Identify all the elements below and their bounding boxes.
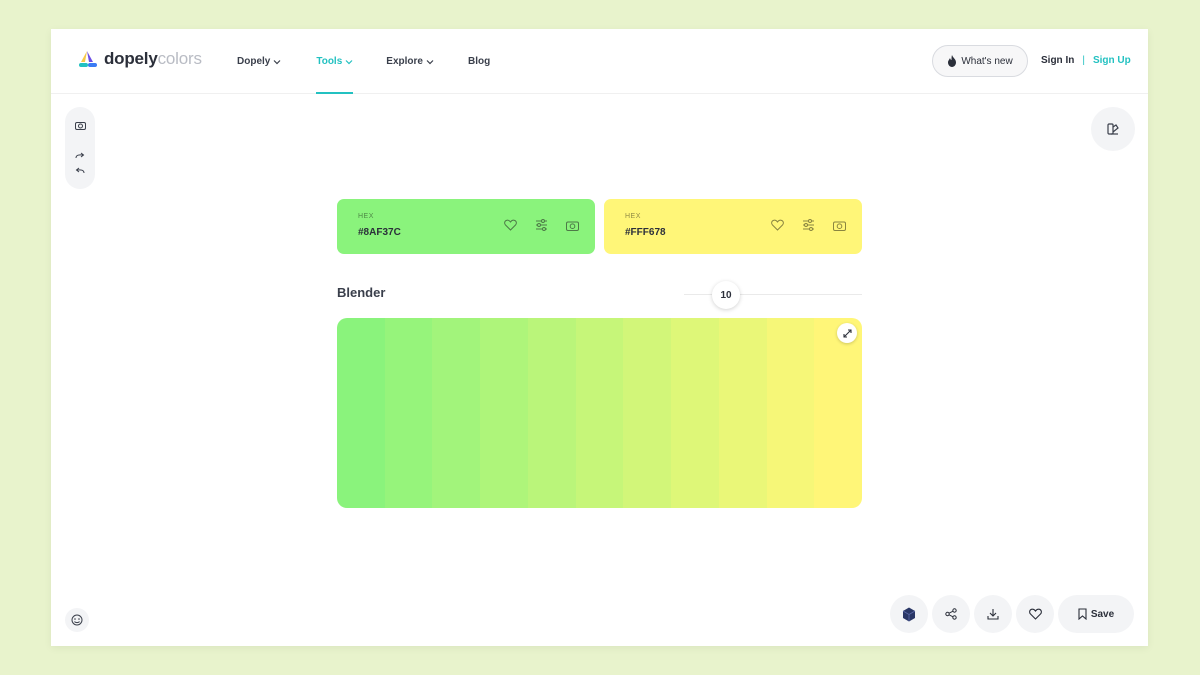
app-window: dopelycolors Dopely Tools Explore Blog W…	[51, 29, 1148, 646]
color-blind-button[interactable]	[1091, 107, 1135, 151]
camera-icon[interactable]	[832, 218, 846, 232]
expand-button[interactable]	[837, 323, 857, 343]
redo-icon[interactable]	[73, 149, 87, 163]
blend-swatch[interactable]	[384, 318, 433, 508]
save-label: Save	[1090, 608, 1115, 620]
favorite-button[interactable]	[1016, 595, 1054, 633]
hex-label: HEX	[358, 213, 374, 220]
hex-label: HEX	[625, 213, 641, 220]
color-card-2[interactable]: HEX #FFF678	[604, 199, 862, 254]
camera-icon[interactable]	[73, 118, 87, 132]
chevron-down-icon	[345, 59, 353, 64]
sliders-icon[interactable]	[534, 218, 548, 232]
nav-explore[interactable]: Explore	[386, 29, 434, 94]
blend-swatch[interactable]	[671, 318, 719, 508]
color-card-actions	[503, 218, 579, 232]
cube-icon	[902, 607, 916, 621]
nav-dopely[interactable]: Dopely	[237, 29, 281, 94]
flame-icon	[948, 55, 957, 67]
sign-up-link[interactable]: Sign Up	[1093, 55, 1131, 66]
auth-links: Sign In | Sign Up	[1041, 55, 1131, 66]
blend-swatch[interactable]	[337, 318, 385, 508]
whats-new-button[interactable]: What's new	[932, 45, 1028, 77]
main-nav: Dopely Tools Explore Blog	[237, 29, 490, 94]
sliders-icon[interactable]	[801, 218, 815, 232]
camera-icon[interactable]	[565, 218, 579, 232]
blend-palette	[337, 318, 862, 508]
top-header: dopelycolors Dopely Tools Explore Blog W…	[51, 29, 1148, 94]
color-card-1[interactable]: HEX #8AF37C	[337, 199, 595, 254]
logo-text: dopelycolors	[104, 49, 202, 68]
nav-blog[interactable]: Blog	[468, 29, 490, 94]
accessibility-button[interactable]	[65, 608, 89, 632]
blend-swatch[interactable]	[575, 318, 624, 508]
hex-value[interactable]: #8AF37C	[358, 227, 401, 238]
color-card-actions	[770, 218, 846, 232]
heart-icon[interactable]	[503, 218, 517, 232]
hex-value[interactable]: #FFF678	[625, 227, 666, 238]
sign-in-link[interactable]: Sign In	[1041, 55, 1074, 66]
blend-swatch[interactable]	[814, 318, 862, 508]
chevron-down-icon	[273, 59, 281, 64]
blend-swatch[interactable]	[718, 318, 767, 508]
logo-mark-icon	[78, 49, 98, 69]
smile-icon	[71, 614, 83, 626]
save-button[interactable]: Save	[1058, 595, 1134, 633]
logo[interactable]: dopelycolors	[78, 49, 202, 69]
bookmark-icon	[1078, 608, 1087, 620]
nav-tools[interactable]: Tools	[316, 29, 354, 94]
blend-swatch[interactable]	[432, 318, 481, 508]
cube-button[interactable]	[890, 595, 928, 633]
chevron-down-icon	[426, 59, 434, 64]
steps-slider-track[interactable]	[684, 294, 862, 295]
heart-icon	[1028, 608, 1042, 620]
download-icon	[987, 609, 999, 620]
steps-slider-knob[interactable]: 10	[712, 281, 740, 309]
share-icon	[945, 608, 957, 620]
whats-new-label: What's new	[961, 55, 1013, 67]
expand-icon	[842, 328, 852, 338]
blend-swatch[interactable]	[766, 318, 815, 508]
heart-icon[interactable]	[770, 218, 784, 232]
download-button[interactable]	[974, 595, 1012, 633]
share-button[interactable]	[932, 595, 970, 633]
auth-separator: |	[1082, 55, 1085, 66]
palette-tool-icon	[1107, 123, 1119, 135]
undo-icon[interactable]	[73, 164, 87, 178]
blend-swatch[interactable]	[623, 318, 672, 508]
blend-swatch[interactable]	[527, 318, 576, 508]
blender-title: Blender	[337, 285, 386, 300]
left-toolbar	[65, 107, 95, 189]
blend-swatch[interactable]	[480, 318, 528, 508]
